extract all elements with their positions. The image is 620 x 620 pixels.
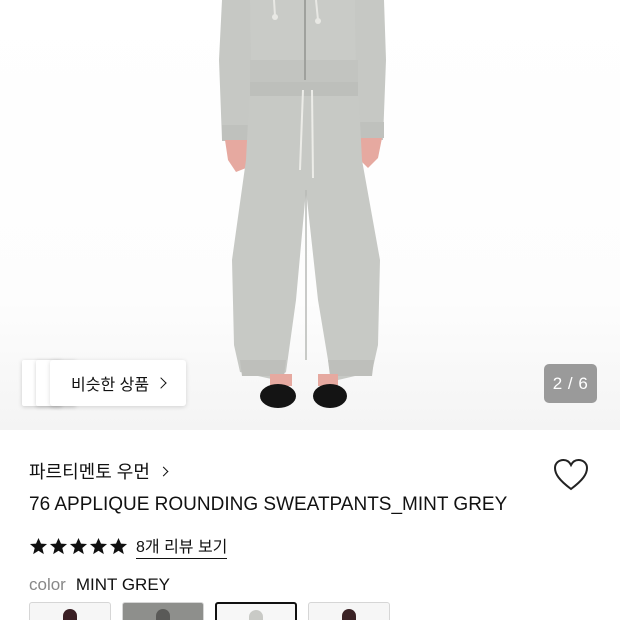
chevron-right-icon (158, 466, 169, 476)
swatch-thumbnail (249, 610, 263, 620)
color-row: color MINT GREY (29, 575, 170, 595)
color-value: MINT GREY (75, 575, 170, 594)
color-swatch[interactable] (29, 602, 111, 620)
star-icon (29, 537, 48, 554)
star-icon (49, 537, 68, 554)
color-label: color (29, 575, 66, 594)
brand-link[interactable]: 파르티멘토 우먼 (29, 458, 169, 484)
swatch-thumbnail (156, 609, 170, 620)
similar-products-label: 비슷한 상품 (71, 377, 150, 394)
product-image[interactable]: 비슷한 상품 2 / 6 (0, 0, 620, 430)
rating-row: 8개 리뷰 보기 (29, 533, 228, 559)
color-swatch[interactable] (215, 602, 297, 620)
heart-outline-icon[interactable] (553, 458, 589, 492)
star-icon (109, 537, 128, 554)
chevron-right-icon (155, 377, 167, 389)
star-icon (69, 537, 88, 554)
reviews-link[interactable]: 8개 리뷰 보기 (136, 533, 228, 559)
color-swatches (29, 602, 390, 620)
swatch-thumbnail (342, 609, 356, 620)
color-swatch[interactable] (308, 602, 390, 620)
image-pager-indicator: 2 / 6 (544, 364, 597, 403)
star-rating (29, 537, 128, 556)
color-swatch[interactable] (122, 602, 204, 620)
swatch-thumbnail (63, 609, 77, 620)
similar-products-button[interactable]: 비슷한 상품 (50, 360, 186, 406)
star-icon (89, 537, 108, 554)
brand-name: 파르티멘토 우먼 (29, 462, 150, 482)
product-title: 76 APPLIQUE ROUNDING SWEATPANTS_MINT GRE… (29, 494, 508, 515)
